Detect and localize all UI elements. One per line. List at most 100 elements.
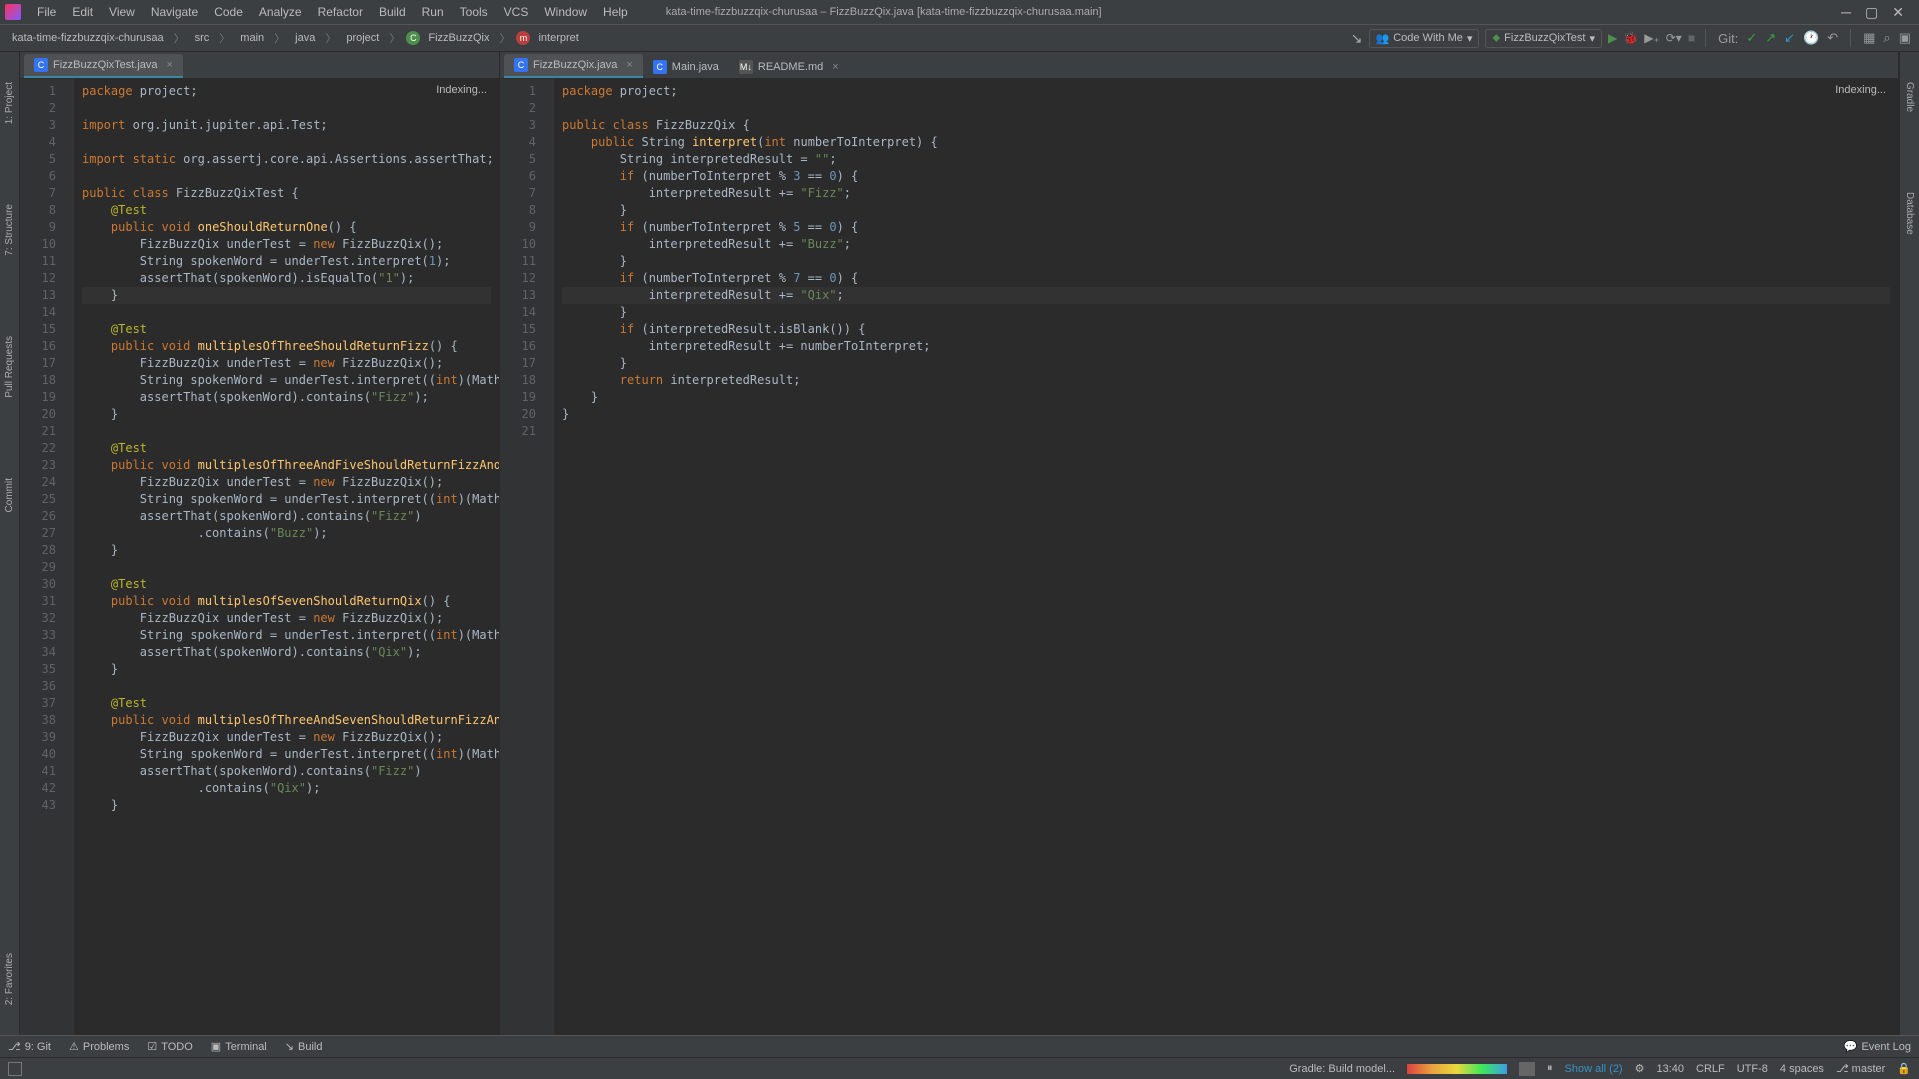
coverage-button[interactable]: ▶₊ [1644, 31, 1660, 45]
crumb-project[interactable]: project [342, 30, 383, 46]
crumb-root[interactable]: kata-time-fizzbuzzqix-churusaa [8, 30, 168, 46]
right-tabs: C FizzBuzzQix.java × C Main.java M↓ READ… [500, 52, 1898, 79]
minimize-button[interactable]: ─ [1841, 4, 1851, 21]
git-push-icon[interactable]: ↗ [1765, 30, 1776, 46]
git-branch-icon: ⎇ [8, 1040, 21, 1053]
class-icon: C [406, 31, 420, 45]
run-button[interactable]: ▶ [1608, 31, 1617, 45]
progress-cat-icon [1519, 1062, 1535, 1076]
menu-code[interactable]: Code [206, 5, 251, 19]
left-code-area[interactable]: package project; import org.junit.jupite… [74, 79, 499, 1035]
menu-view[interactable]: View [101, 5, 143, 19]
git-update-icon[interactable]: ↙ [1784, 30, 1795, 46]
tab-label: FizzBuzzQix.java [533, 59, 617, 71]
right-gutter[interactable]: 123456789101112131415161718192021 [500, 79, 542, 1035]
build-icon[interactable]: ↘ [1351, 30, 1363, 47]
ide-tools-icon[interactable]: ▣ [1899, 30, 1911, 46]
rail-pull-requests[interactable]: Pull Requests [4, 336, 15, 398]
chevron-down-icon: ▾ [1467, 32, 1473, 45]
left-fold-gutter[interactable] [62, 79, 74, 1035]
rail-favorites[interactable]: 2: Favorites [4, 953, 15, 1005]
menu-refactor[interactable]: Refactor [310, 5, 371, 19]
indexing-label: Indexing... [1831, 83, 1890, 97]
maximize-button[interactable]: ▢ [1865, 4, 1878, 21]
stop-button[interactable]: ■ [1688, 31, 1695, 45]
line-separator[interactable]: CRLF [1696, 1063, 1725, 1075]
right-code-area[interactable]: package project; public class FizzBuzzQi… [554, 79, 1898, 1035]
rail-project[interactable]: 1: Project [4, 82, 15, 124]
rail-structure[interactable]: 7: Structure [4, 204, 15, 256]
menu-analyze[interactable]: Analyze [251, 5, 310, 19]
tab-readme[interactable]: M↓ README.md × [729, 56, 849, 78]
breadcrumb: kata-time-fizzbuzzqix-churusaa〉 src〉 mai… [8, 30, 583, 46]
file-encoding[interactable]: UTF-8 [1737, 1063, 1768, 1075]
rail-commit[interactable]: Commit [4, 478, 15, 512]
tool-event-log[interactable]: 💬Event Log [1844, 1040, 1911, 1053]
left-editor-pane: C FizzBuzzQixTest.java × 123456789101112… [20, 52, 500, 1035]
debug-button[interactable]: 🐞 [1623, 31, 1638, 45]
crumb-method[interactable]: interpret [534, 30, 582, 46]
close-icon[interactable]: × [167, 59, 173, 71]
tab-label: FizzBuzzQixTest.java [53, 59, 158, 71]
tool-git[interactable]: ⎇9: Git [8, 1040, 51, 1053]
menu-build[interactable]: Build [371, 5, 414, 19]
toolbar-row: kata-time-fizzbuzzqix-churusaa〉 src〉 mai… [0, 25, 1919, 52]
tool-build[interactable]: ↘Build [285, 1040, 323, 1053]
menu-tools[interactable]: Tools [452, 5, 496, 19]
menu-help[interactable]: Help [595, 5, 636, 19]
method-icon: m [516, 31, 530, 45]
git-branch-icon: ⎇ [1836, 1063, 1852, 1075]
run-config-combo[interactable]: ⬥ FizzBuzzQixTest ▾ [1485, 29, 1602, 48]
lock-icon[interactable]: 🔒 [1897, 1062, 1911, 1075]
tool-window-toggle-icon[interactable] [8, 1062, 22, 1076]
git-rollback-icon[interactable]: ↶ [1827, 30, 1838, 46]
rail-database[interactable]: Database [1904, 192, 1915, 235]
pause-icon[interactable]: ⏸ [1547, 1062, 1553, 1075]
close-icon[interactable]: × [626, 59, 632, 71]
processes-icon[interactable]: ⚙ [1635, 1062, 1645, 1075]
close-button[interactable]: ✕ [1892, 4, 1904, 21]
git-commit-icon[interactable]: ✓ [1746, 30, 1757, 46]
tab-label: README.md [758, 61, 823, 73]
ide-logo-icon [5, 4, 21, 20]
left-gutter[interactable]: 1234567891011121314151617181920212223242… [20, 79, 62, 1035]
status-bar: Gradle: Build model... ⏸ Show all (2) ⚙ … [0, 1057, 1919, 1079]
menu-file[interactable]: File [29, 5, 64, 19]
tool-terminal[interactable]: ▣Terminal [211, 1040, 267, 1053]
crumb-java[interactable]: java [291, 30, 319, 46]
java-file-icon: C [653, 60, 667, 74]
menu-window[interactable]: Window [536, 5, 595, 19]
crumb-src[interactable]: src [191, 30, 214, 46]
tool-todo[interactable]: ☑TODO [147, 1040, 192, 1053]
show-all-link[interactable]: Show all (2) [1565, 1063, 1623, 1075]
rail-gradle[interactable]: Gradle [1904, 82, 1915, 112]
tool-problems[interactable]: ⚠Problems [69, 1040, 129, 1053]
indent-info[interactable]: 4 spaces [1780, 1063, 1824, 1075]
menu-edit[interactable]: Edit [64, 5, 101, 19]
menu-bar: File Edit View Navigate Code Analyze Ref… [0, 0, 1919, 25]
java-file-icon: C [514, 58, 528, 72]
git-history-icon[interactable]: 🕐 [1803, 30, 1819, 46]
code-with-me-label: Code With Me [1393, 32, 1463, 44]
crumb-class[interactable]: FizzBuzzQix [424, 30, 493, 46]
tab-main-java[interactable]: C Main.java [643, 56, 729, 78]
java-file-icon: C [34, 58, 48, 72]
menu-vcs[interactable]: VCS [496, 5, 537, 19]
code-with-me-combo[interactable]: 👥 Code With Me ▾ [1369, 29, 1480, 48]
tab-fizzbuzzqixtest[interactable]: C FizzBuzzQixTest.java × [24, 54, 183, 78]
progress-bar[interactable] [1407, 1064, 1507, 1074]
close-icon[interactable]: × [832, 61, 838, 73]
crumb-main[interactable]: main [236, 30, 268, 46]
profile-button[interactable]: ⟳▾ [1666, 31, 1682, 45]
right-fold-gutter[interactable] [542, 79, 554, 1035]
menu-navigate[interactable]: Navigate [143, 5, 206, 19]
tab-label: Main.java [672, 61, 719, 73]
git-branch-status[interactable]: ⎇ master [1836, 1062, 1885, 1075]
terminal-icon: ▣ [211, 1040, 221, 1053]
caret-position[interactable]: 13:40 [1656, 1063, 1684, 1075]
chevron-down-icon: ▾ [1589, 32, 1595, 45]
menu-run[interactable]: Run [414, 5, 452, 19]
search-everywhere-icon[interactable]: ⌕ [1883, 30, 1890, 46]
tab-fizzbuzzqix[interactable]: C FizzBuzzQix.java × [504, 54, 643, 78]
settings-icon[interactable]: ▦ [1863, 30, 1875, 46]
